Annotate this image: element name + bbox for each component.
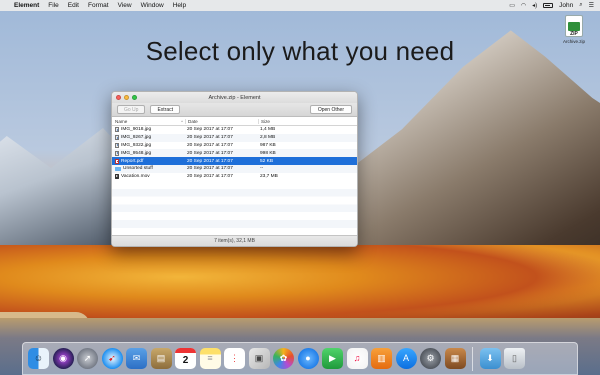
file-name: IMG_9018.jpg [121,127,152,133]
archive-app-icon[interactable]: ▦ [444,348,466,369]
notification-center-icon[interactable]: ☰ [589,2,594,9]
launchpad-icon[interactable]: ➚ [77,348,98,369]
window-title: Archive.zip - Element [208,94,261,101]
file-row[interactable]: IMG_9322.jpg 20 Sep 2017 at 17:07 987 KB [112,141,357,150]
file-list-header: Name ^ Date Size [112,117,357,126]
file-row[interactable]: IMG_9267.jpg 20 Sep 2017 at 17:07 2,8 MB [112,133,357,142]
movie-file-icon [115,174,119,180]
zip-file-icon-label: ZIP [570,31,578,37]
file-date: 20 Sep 2017 at 17:07 [187,158,233,164]
trash-icon[interactable]: ▯ [504,348,525,369]
file-date: 20 Sep 2017 at 17:07 [187,174,233,180]
battery-icon[interactable] [543,3,554,8]
desktop-zip-file[interactable]: ZIP Archive.zip [557,15,591,44]
file-row-selected[interactable]: Report.pdf 20 Sep 2017 at 17:07 52 KB [112,157,357,165]
column-header-date[interactable]: Date [185,118,258,124]
menu-app-name[interactable]: Element [14,2,39,9]
dock-separator [472,346,473,371]
promo-headline: Select only what you need [145,36,455,66]
downloads-folder-icon[interactable]: ⬇ [479,348,501,369]
menu-bar: Element File Edit Format View Window Hel… [0,0,600,11]
photos-icon[interactable]: ✿ [273,348,294,369]
finder-icon[interactable]: ☺ [28,348,49,369]
file-date: 20 Sep 2017 at 17:07 [187,150,233,156]
file-size: 2,8 MB [260,135,276,141]
preview-icon[interactable]: ▣ [248,348,270,369]
screen-mirroring-icon[interactable]: ▭ [509,2,515,9]
sort-ascending-icon: ^ [181,118,183,124]
wifi-icon[interactable]: ◠ [521,2,526,9]
file-date: 20 Sep 2017 at 17:07 [187,135,233,141]
menu-window[interactable]: Window [141,2,164,9]
wallpaper-forest [0,245,600,325]
window-titlebar[interactable]: Archive.zip - Element [112,92,357,103]
menu-file[interactable]: File [48,2,58,9]
file-list: IMG_9018.jpg 20 Sep 2017 at 17:07 1,4 MB… [112,126,357,246]
file-row[interactable]: Unsorted stuff 20 Sep 2017 at 17:07 -- [112,164,357,173]
menubar-status-area: ▭ ◠ ◂) John ⌕ ☰ [509,2,594,9]
pdf-file-icon [115,158,119,164]
menu-edit[interactable]: Edit [68,2,79,9]
dock: ☺ ◉ ➚ ➹ ✉ ▤ 2 ≡ ⋮ ▣ ✿ ● ▶ ♫ ▥ A ⚙ ▦ ⬇ ▯ [22,342,578,375]
image-file-icon [115,127,119,133]
column-header-size[interactable]: Size [258,118,357,124]
file-size: 23,7 MB [260,174,278,180]
contacts-icon[interactable]: ▤ [150,348,172,369]
file-name: Unsorted stuff [123,166,153,172]
folder-icon [115,166,121,171]
spotlight-search-icon[interactable]: ⌕ [579,2,582,9]
file-date: 20 Sep 2017 at 17:07 [187,166,233,172]
window-toolbar: Go Up Extract Open Other [112,103,357,117]
column-header-name[interactable]: Name ^ [115,119,185,124]
books-icon[interactable]: ▥ [371,348,392,369]
desktop-file-caption: Archive.zip [562,39,585,44]
file-size: -- [260,166,264,172]
open-other-button[interactable]: Open Other [309,105,352,114]
minimize-window-button[interactable] [124,95,129,100]
file-date: 20 Sep 2017 at 17:07 [187,127,233,133]
window-status-bar: 7 item(s), 32,1 MB [112,235,357,246]
file-row[interactable]: Vacation.mov 20 Sep 2017 at 17:07 23,7 M… [112,172,357,181]
menu-help[interactable]: Help [173,2,186,9]
messages-icon[interactable]: ● [297,348,319,369]
file-size: 1,4 MB [260,127,276,133]
system-preferences-icon[interactable]: ⚙ [420,348,441,369]
window-controls [116,95,137,100]
safari-icon[interactable]: ➹ [101,348,123,369]
file-size: 52 KB [260,158,274,164]
file-row[interactable]: IMG_9548.jpg 20 Sep 2017 at 17:07 998 KB [112,149,357,158]
column-header-name-label: Name [115,118,128,124]
calendar-icon[interactable]: 2 [175,348,196,369]
menu-view[interactable]: View [118,2,132,9]
file-size: 987 KB [260,142,276,148]
mail-icon[interactable]: ✉ [126,348,147,369]
file-name: Vacation.mov [121,174,150,180]
file-name: IMG_9322.jpg [121,142,152,148]
zip-file-icon: ZIP [565,15,583,37]
extract-button[interactable]: Extract [150,105,181,114]
reminders-icon[interactable]: ⋮ [224,348,245,369]
close-window-button[interactable] [116,95,121,100]
zoom-window-button[interactable] [132,95,137,100]
menu-format[interactable]: Format [88,2,109,9]
image-file-icon [115,142,119,148]
go-up-button[interactable]: Go Up [117,105,146,114]
file-size: 998 KB [260,150,276,156]
menubar-user-name[interactable]: John [559,2,573,9]
file-row[interactable]: IMG_9018.jpg 20 Sep 2017 at 17:07 1,4 MB [112,126,357,134]
siri-icon[interactable]: ◉ [52,348,74,369]
image-file-icon [115,135,119,141]
volume-icon[interactable]: ◂) [532,2,537,9]
app-store-icon[interactable]: A [395,348,417,369]
notes-icon[interactable]: ≡ [199,348,221,369]
facetime-icon[interactable]: ▶ [322,348,343,369]
file-date: 20 Sep 2017 at 17:07 [187,142,233,148]
calendar-day: 2 [182,355,189,366]
music-icon[interactable]: ♫ [346,348,368,369]
file-name: IMG_9548.jpg [121,150,152,156]
archive-window: Archive.zip - Element Go Up Extract Open… [111,91,358,247]
file-name: IMG_9267.jpg [121,135,152,141]
file-name: Report.pdf [121,158,144,164]
image-file-icon [115,150,119,156]
